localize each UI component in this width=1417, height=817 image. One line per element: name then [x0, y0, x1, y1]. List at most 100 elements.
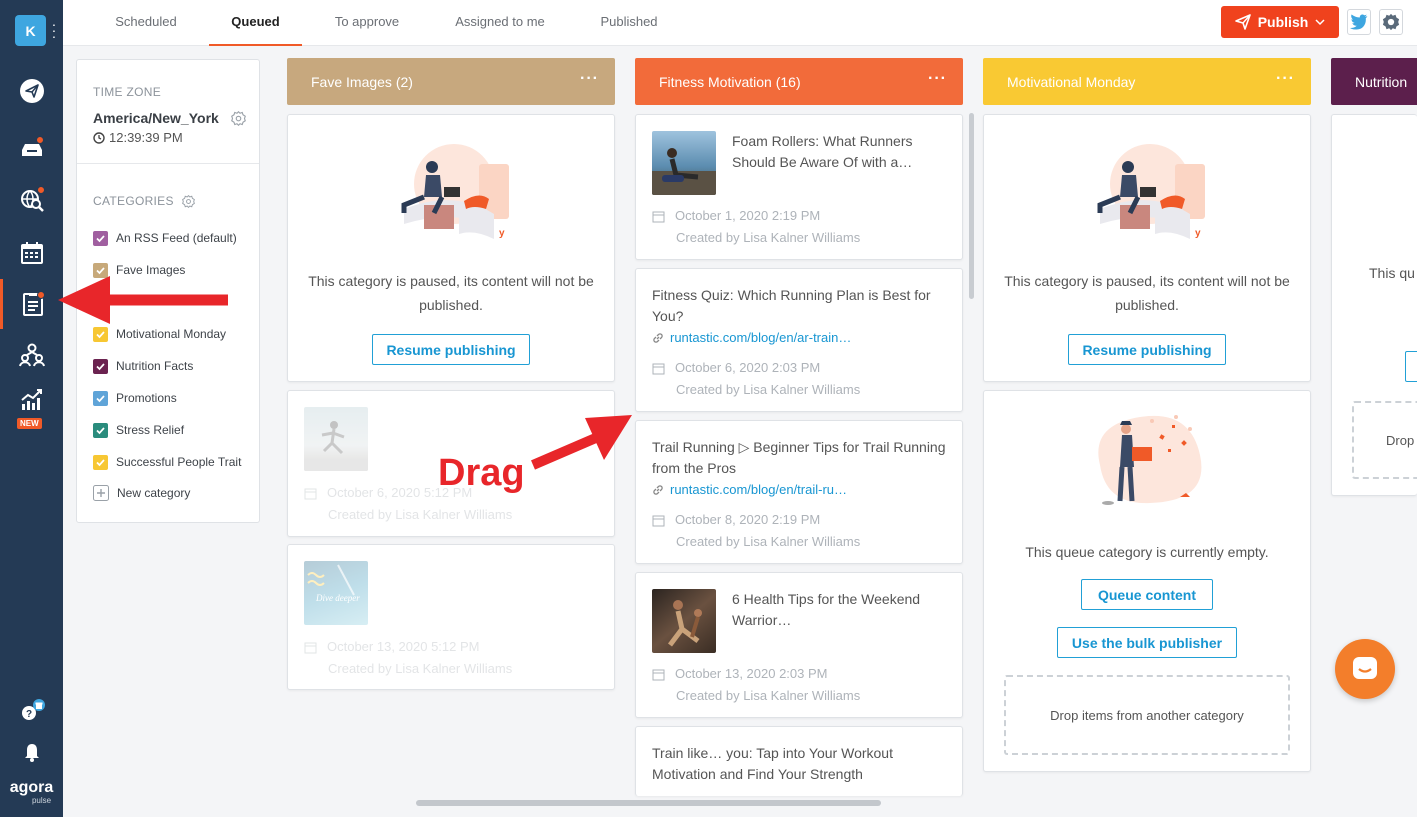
category-item[interactable]: Nutrition Facts — [93, 356, 255, 376]
nav-team[interactable] — [0, 330, 63, 380]
post-card[interactable]: Train like… you: Tap into Your Workout M… — [635, 726, 963, 796]
chat-launcher-button[interactable] — [1335, 639, 1395, 699]
checkmark-icon — [96, 362, 105, 370]
column-motivational-monday: Motivational Monday ··· — [983, 58, 1311, 105]
nav-notifications[interactable] — [0, 726, 63, 776]
column-header[interactable]: Fave Images (2) ··· — [287, 58, 615, 105]
post-author: Created by Lisa Kalner Williams — [676, 534, 861, 549]
paper-plane-icon — [19, 79, 44, 103]
calendar-small-icon — [304, 488, 317, 499]
column-title: Nutrition — [1355, 73, 1408, 90]
new-category-button[interactable]: New category — [93, 483, 255, 503]
column-header[interactable]: Nutrition — [1331, 58, 1417, 105]
category-name: An RSS Feed (default) — [116, 231, 237, 245]
link-icon — [653, 484, 663, 495]
nav-listening[interactable] — [0, 175, 63, 225]
category-checkbox[interactable] — [93, 262, 108, 278]
resume-publishing-button[interactable]: Resume publishing — [1068, 334, 1226, 365]
column-title: Fave Images (2) — [311, 73, 413, 90]
category-checkbox[interactable] — [93, 230, 108, 246]
category-item[interactable]: Promotions — [93, 388, 255, 408]
category-item[interactable]: Fave Images — [93, 260, 255, 280]
category-item[interactable]: An RSS Feed (default) — [93, 228, 255, 248]
post-card[interactable]: Dive deeper October 13, 2020 5:12 PM Cre… — [287, 544, 615, 690]
tab-queued[interactable]: Queued — [209, 0, 302, 46]
post-link[interactable]: runtastic.com/blog/en/ar-train… — [652, 330, 851, 345]
paused-card: y This category is paused, its content w… — [983, 114, 1311, 382]
account-avatar[interactable]: K — [15, 15, 46, 46]
nav-inbox[interactable] — [0, 123, 63, 173]
tab-to-approve[interactable]: To approve — [319, 0, 415, 46]
bell-icon — [24, 744, 39, 762]
column-header[interactable]: Fitness Motivation (16) ··· — [635, 58, 963, 105]
workout-image-icon — [668, 600, 702, 647]
tab-published[interactable]: Published — [584, 0, 674, 46]
queue-content-button[interactable]: Queue content — [1081, 579, 1213, 610]
resume-publishing-button[interactable] — [1405, 351, 1417, 382]
paper-plane-icon — [1234, 14, 1251, 30]
post-meta: October 6, 2020 2:03 PM Created by Lisa … — [652, 357, 860, 401]
timezone-time: 12:39:39 PM — [109, 130, 183, 145]
checkmark-icon — [96, 394, 105, 402]
post-thumbnail — [652, 131, 716, 195]
nav-queue[interactable] — [0, 279, 63, 329]
post-card[interactable]: 6 Health Tips for the Weekend Warrior… O… — [635, 572, 963, 718]
calendar-small-icon — [304, 642, 317, 653]
gear-icon[interactable] — [181, 194, 195, 208]
category-checkbox[interactable] — [93, 294, 108, 310]
more-options-icon[interactable]: ··· — [928, 70, 947, 88]
category-name: Fave Images — [116, 263, 186, 277]
category-item[interactable]: Successful People Trait — [93, 452, 255, 472]
logo-main-text: agora — [9, 779, 54, 796]
post-meta: October 13, 2020 5:12 PM Created by Lisa… — [304, 636, 512, 680]
tab-scheduled[interactable]: Scheduled — [97, 0, 195, 46]
category-item[interactable]: Motivational Monday — [93, 324, 255, 344]
post-thumbnail: Dive deeper — [304, 561, 368, 625]
nav-calendar[interactable] — [0, 228, 63, 278]
board-horizontal-scrollbar[interactable] — [416, 800, 881, 806]
calendar-small-icon — [652, 515, 665, 526]
account-menu-icon[interactable]: · · · — [50, 17, 58, 43]
post-card[interactable]: Foam Rollers: What Runners Should Be Awa… — [635, 114, 963, 260]
twitter-account-button[interactable] — [1347, 9, 1371, 35]
panel-divider — [77, 163, 259, 164]
categories-label-text: CATEGORIES — [93, 194, 174, 208]
drop-zone[interactable]: Drop items from another category — [1004, 675, 1290, 755]
category-item[interactable]: Stress Relief — [93, 420, 255, 440]
paused-card: y This category is paused, its content w… — [287, 114, 615, 382]
timezone-label: TIME ZONE — [93, 85, 161, 99]
post-date: October 8, 2020 2:19 PM — [675, 512, 821, 527]
post-card[interactable]: Fitness Quiz: Which Running Plan is Best… — [635, 268, 963, 412]
gear-icon[interactable] — [230, 110, 246, 126]
twitter-bird-icon — [1350, 14, 1368, 30]
category-checkbox[interactable] — [93, 454, 108, 470]
category-item[interactable] — [93, 292, 255, 312]
column-header[interactable]: Motivational Monday ··· — [983, 58, 1311, 105]
resume-publishing-button[interactable]: Resume publishing — [372, 334, 530, 365]
calendar-small-icon — [652, 211, 665, 222]
more-options-icon[interactable]: ··· — [580, 70, 599, 88]
bulk-publisher-button[interactable]: Use the bulk publisher — [1057, 627, 1237, 658]
column-fave-images: Fave Images (2) ··· — [287, 58, 615, 105]
category-checkbox[interactable] — [93, 390, 108, 406]
category-checkbox[interactable] — [93, 358, 108, 374]
tab-assigned-to-me[interactable]: Assigned to me — [440, 0, 560, 46]
drop-zone[interactable]: Drop — [1352, 401, 1417, 479]
chat-icon — [1353, 657, 1377, 679]
gear-icon — [1382, 13, 1400, 31]
more-options-icon[interactable]: ··· — [1276, 70, 1295, 88]
timezone-name: America/New_York — [93, 110, 219, 126]
nav-reports[interactable] — [0, 374, 63, 424]
category-checkbox[interactable] — [93, 326, 108, 342]
new-badge: NEW — [17, 418, 42, 429]
column-scrollbar[interactable] — [969, 113, 974, 299]
settings-button[interactable] — [1379, 9, 1403, 35]
post-thumbnail — [304, 407, 368, 471]
publish-button[interactable]: Publish — [1221, 6, 1339, 38]
nav-publish[interactable] — [0, 66, 63, 116]
category-checkbox[interactable] — [93, 422, 108, 438]
post-link[interactable]: runtastic.com/blog/en/trail-ru… — [652, 482, 847, 497]
post-title: Trail Running ▷ Beginner Tips for Trail … — [652, 439, 946, 476]
post-card[interactable]: Trail Running ▷ Beginner Tips for Trail … — [635, 420, 963, 564]
paused-illustration: y — [1097, 144, 1205, 239]
